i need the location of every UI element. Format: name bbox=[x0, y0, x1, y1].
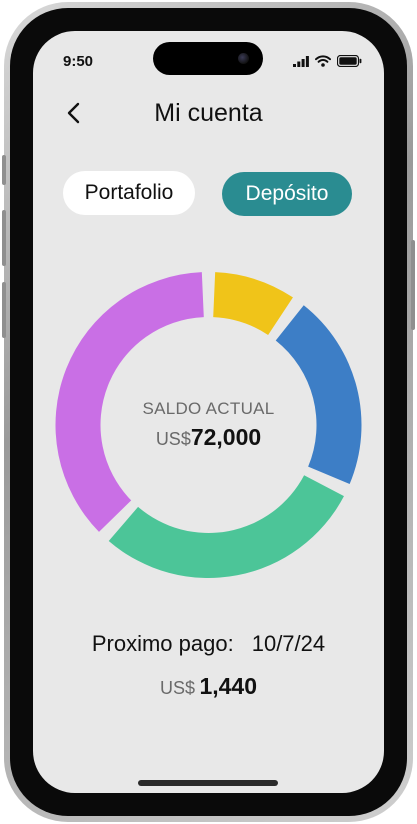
balance-amount: 72,000 bbox=[190, 424, 262, 450]
balance-currency: US$ bbox=[155, 429, 191, 449]
payment-value: US$ 1,440 bbox=[33, 673, 384, 700]
volume-down-button bbox=[2, 282, 6, 338]
payment-amount: 1,440 bbox=[199, 673, 258, 699]
home-indicator[interactable] bbox=[138, 780, 278, 786]
balance-label: SALDO ACTUAL bbox=[142, 399, 275, 418]
balance-value: US$72,000 bbox=[33, 424, 384, 451]
next-payment-date: 10/7/24 bbox=[251, 631, 326, 656]
volume-up-button bbox=[2, 210, 6, 266]
donut-segment-3 bbox=[108, 475, 344, 578]
donut-segment-2 bbox=[275, 305, 362, 485]
action-button bbox=[2, 155, 6, 185]
next-payment-row: Proximo pago: 10/7/24 bbox=[33, 631, 384, 657]
power-button bbox=[411, 240, 415, 330]
next-payment-label: Proximo pago: bbox=[91, 631, 234, 656]
app-screen: 9:50 Mi cuenta Portafolio Depósito SALDO… bbox=[33, 31, 384, 793]
donut-segment-1 bbox=[213, 272, 293, 335]
payment-currency: US$ bbox=[159, 678, 195, 698]
